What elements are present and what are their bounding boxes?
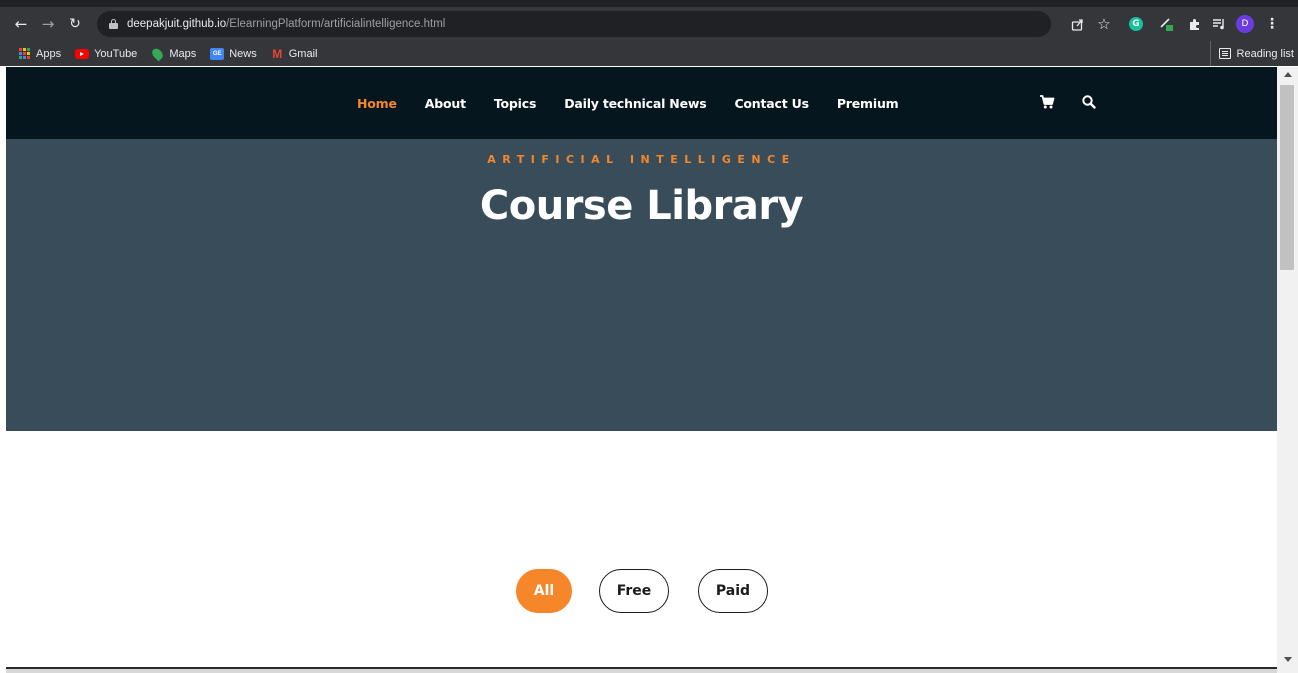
lock-icon <box>109 19 118 29</box>
page-title: Course Library <box>479 183 804 229</box>
nav-link-daily-technical-news[interactable]: Daily technical News <box>564 96 706 111</box>
filter-paid-button[interactable]: Paid <box>698 569 768 613</box>
search-icon[interactable] <box>1081 94 1097 110</box>
url-host: deepakjuit.github.io <box>127 18 227 30</box>
reading-list-label: Reading list <box>1236 47 1294 60</box>
bookmark-apps[interactable]: Apps <box>18 47 61 60</box>
reload-button[interactable]: ↻ <box>64 13 86 35</box>
news-icon: GE <box>210 47 225 60</box>
media-control-icon[interactable] <box>1210 15 1228 33</box>
reading-list-button[interactable]: Reading list <box>1209 41 1294 66</box>
nav-link-about[interactable]: About <box>425 96 466 111</box>
nav-link-home[interactable]: Home <box>357 96 397 111</box>
bookmark-label: News <box>229 47 257 60</box>
nav-icons <box>1039 94 1097 110</box>
bookmark-label: Maps <box>169 47 197 60</box>
scroll-up-arrow-icon[interactable] <box>1277 67 1298 82</box>
nav-link-topics[interactable]: Topics <box>494 96 537 111</box>
grammarly-extension-icon[interactable]: G <box>1127 15 1145 33</box>
youtube-icon <box>75 48 90 59</box>
back-button[interactable]: ← <box>10 13 32 35</box>
share-icon[interactable] <box>1068 15 1086 33</box>
reading-list-icon <box>1218 48 1231 59</box>
scrollbar-thumb[interactable] <box>1280 85 1294 270</box>
site-navbar: Home About Topics Daily technical News C… <box>6 67 1277 139</box>
bookmark-maps[interactable]: Maps <box>150 46 197 61</box>
extensions-puzzle-icon[interactable] <box>1185 15 1203 33</box>
browser-titlebar <box>0 0 1298 7</box>
bookmark-youtube[interactable]: YouTube <box>75 48 137 60</box>
hero-eyebrow: ARTIFICIAL INTELLIGENCE <box>487 153 796 166</box>
scroll-down-arrow-icon[interactable] <box>1277 652 1298 667</box>
forward-button[interactable]: → <box>37 13 59 35</box>
bookmark-label: YouTube <box>94 47 138 60</box>
filter-all-button[interactable]: All <box>516 569 572 613</box>
nav-link-premium[interactable]: Premium <box>837 96 899 111</box>
address-bar[interactable]: deepakjuit.github.io/ElearningPlatform/a… <box>97 11 1051 37</box>
bookmark-label: Apps <box>36 47 62 60</box>
profile-avatar[interactable]: D <box>1236 15 1254 33</box>
course-filters: All Free Paid <box>516 569 768 613</box>
main-menu: Home About Topics Daily technical News C… <box>357 67 926 139</box>
bookmark-label: Gmail <box>288 47 318 60</box>
cart-icon[interactable] <box>1039 94 1055 110</box>
bookmarks-bar: Apps YouTube Maps GE News M Gmail Readin… <box>0 41 1298 66</box>
filter-free-button[interactable]: Free <box>599 569 669 613</box>
pen-extension-icon[interactable] <box>1158 15 1176 33</box>
url-path: /ElearningPlatform/artificialintelligenc… <box>226 18 446 30</box>
gmail-icon: M <box>272 46 283 61</box>
browser-toolbar: ← → ↻ deepakjuit.github.io/ElearningPlat… <box>0 7 1298 41</box>
horizontal-scroll-track <box>6 667 1277 673</box>
nav-link-contact-us[interactable]: Contact Us <box>734 96 809 111</box>
maps-icon <box>150 46 166 61</box>
bookmark-gmail[interactable]: M Gmail <box>271 46 318 61</box>
page-viewport: Home About Topics Daily technical News C… <box>6 67 1277 667</box>
apps-grid-icon <box>18 47 31 60</box>
browser-menu-icon[interactable]: ⋮ <box>1263 15 1281 33</box>
bookmark-star-icon[interactable]: ☆ <box>1095 15 1113 33</box>
bookmark-news[interactable]: GE News <box>210 47 257 60</box>
vertical-scrollbar[interactable] <box>1277 67 1298 673</box>
